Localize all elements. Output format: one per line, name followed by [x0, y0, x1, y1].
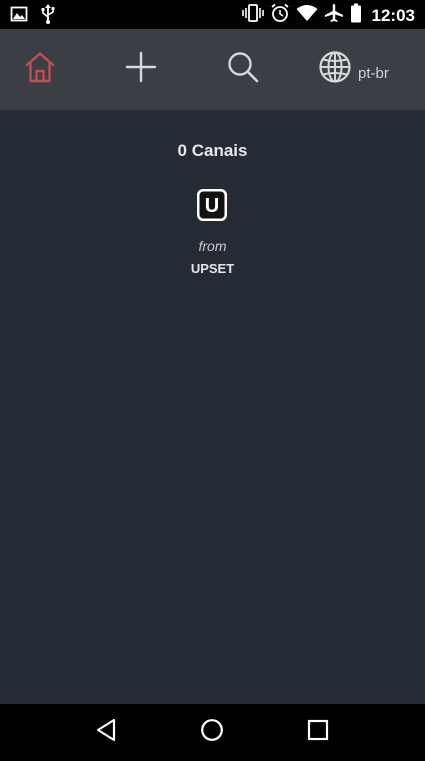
channels-count-title: 0 Canais — [177, 141, 248, 160]
brand-logo[interactable]: U — [196, 188, 228, 222]
language-button[interactable]: pt-br — [318, 29, 418, 110]
search-icon — [226, 50, 260, 89]
airplane-icon — [324, 3, 344, 28]
recents-button[interactable] — [288, 704, 348, 761]
wifi-icon — [296, 4, 318, 27]
back-button[interactable] — [76, 704, 136, 761]
brand-name[interactable]: UPSET — [0, 261, 425, 276]
home-circle-icon — [200, 718, 224, 747]
status-bar: 12:03 — [0, 0, 425, 29]
status-left-icons — [10, 4, 56, 29]
home-button[interactable] — [0, 29, 80, 110]
globe-icon — [318, 50, 352, 89]
top-toolbar: pt-br — [0, 29, 425, 110]
brand-logo-letter: U — [205, 195, 219, 217]
vibrate-icon — [241, 3, 264, 28]
add-button[interactable] — [100, 29, 182, 110]
image-icon — [10, 5, 28, 28]
status-right-icons: 12:03 — [241, 3, 415, 28]
system-nav-bar — [0, 704, 425, 761]
usb-icon — [40, 4, 56, 29]
system-home-button[interactable] — [182, 704, 242, 761]
status-time: 12:03 — [371, 5, 415, 25]
search-button[interactable] — [202, 29, 284, 110]
language-label: pt-br — [358, 65, 389, 82]
recents-square-icon — [307, 719, 329, 746]
battery-icon — [350, 3, 362, 28]
from-label: from — [198, 238, 227, 254]
app-screen: 12:03 pt-br 0 Canais U from UPSET — [0, 0, 425, 761]
plus-icon — [125, 51, 157, 88]
main-content: 0 Canais U from UPSET — [0, 110, 425, 704]
home-icon — [23, 50, 57, 89]
alarm-icon — [270, 3, 290, 28]
back-triangle-icon — [95, 718, 117, 747]
